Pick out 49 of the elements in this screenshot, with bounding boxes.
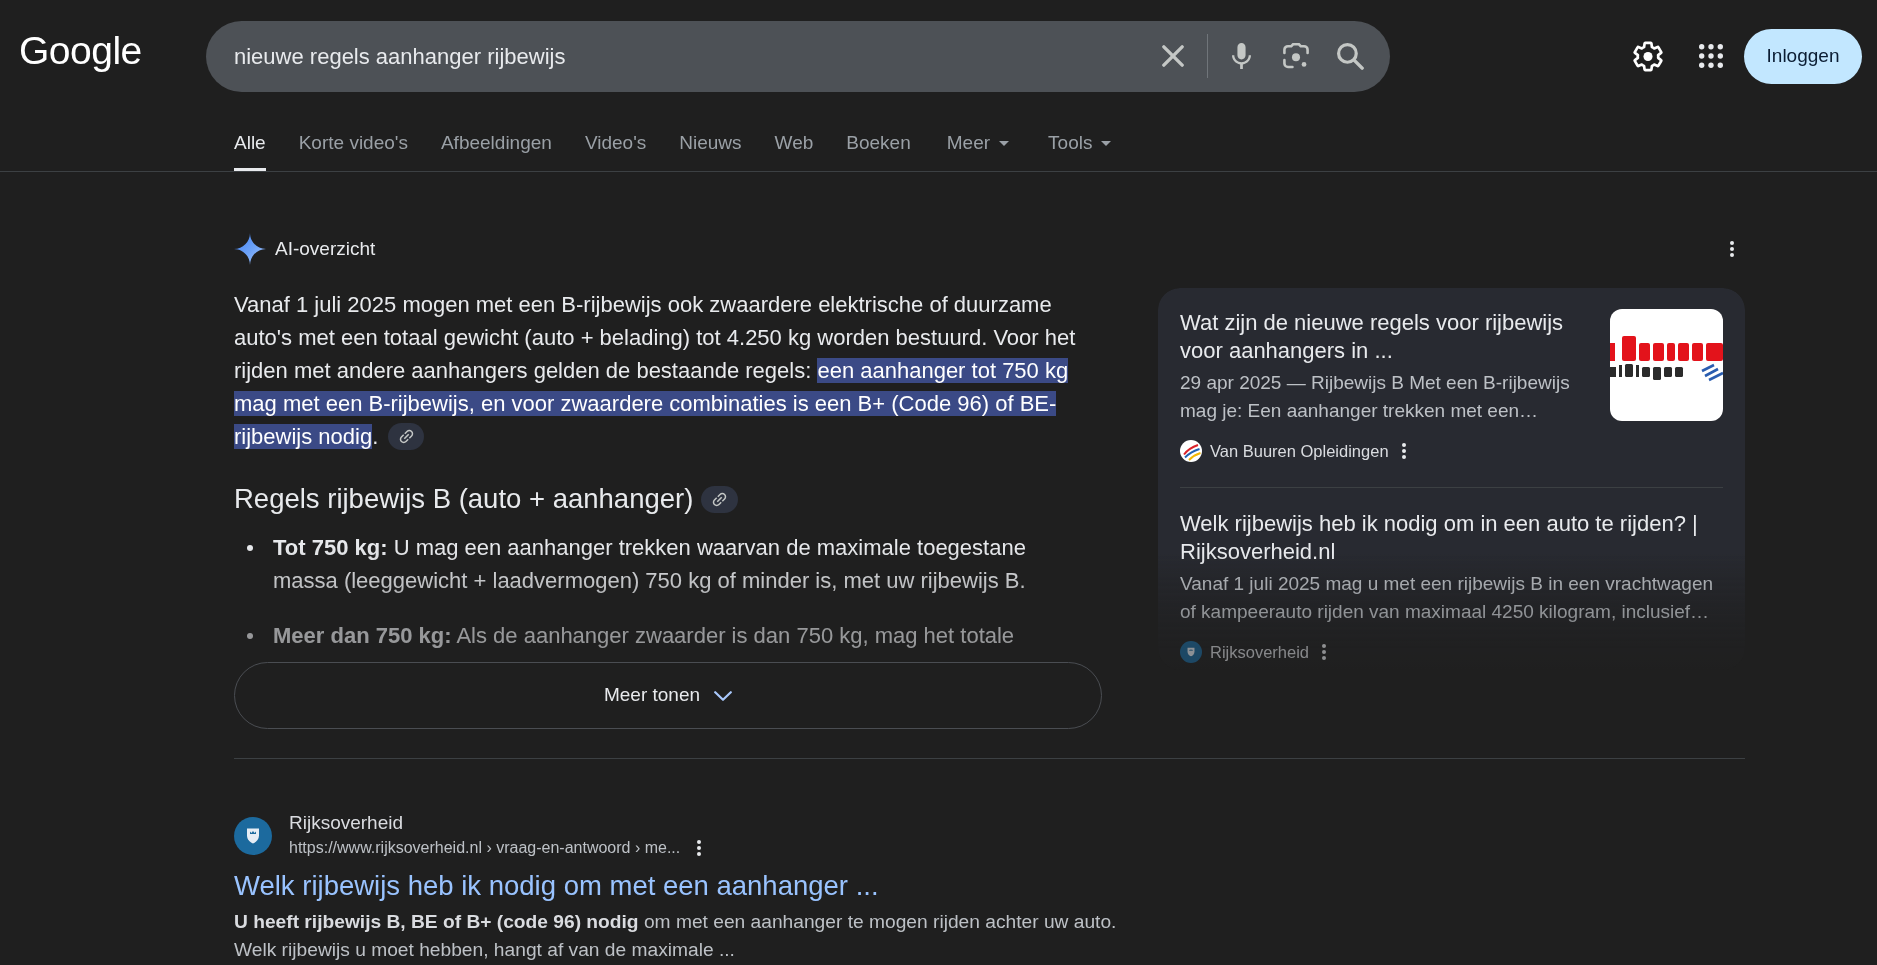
swoosh-icon <box>1180 440 1202 462</box>
grid-icon[interactable] <box>1699 44 1723 68</box>
tab[interactable]: Boeken <box>846 112 911 171</box>
result-url: https://www.rijksoverheid.nl › vraag-en-antwoord › me... <box>289 838 681 858</box>
link-chip[interactable] <box>388 423 425 451</box>
microphone-icon[interactable] <box>1231 43 1251 69</box>
list-item-text: Tot 750 kg: U mag een aanhanger trekken waarvan de maximale toegestane massa (leeggewicht + laadvermogen) 750 kg of minder is, met uw rijbewijs B. <box>273 534 1027 595</box>
google-logo[interactable]: Google <box>19 30 142 70</box>
source-snippet: 29 apr 2025 — Rijbewijs B Met een B-rijbewijs mag je: Een aanhanger trekken met een… <box>1180 371 1571 423</box>
bullet-icon <box>247 544 253 551</box>
source-title[interactable]: Welk rijbewijs heb ik nodig om in een auto te rijden? | Rijksoverheid.nl <box>1180 510 1723 566</box>
settings-icon[interactable] <box>1633 40 1663 72</box>
search-icon[interactable] <box>1336 42 1364 70</box>
thumbnail-drawing[interactable] <box>1610 309 1723 421</box>
caret-icon <box>1101 140 1112 146</box>
source-site: Van Buuren Opleidingen <box>1210 441 1389 462</box>
site-name: Rijksoverheid <box>289 811 405 835</box>
source-title[interactable]: Wat zijn de nieuwe regels voor rijbewijs voor aanhangers in ... <box>1180 309 1590 365</box>
shield-icon <box>1180 641 1202 663</box>
more-options-icon[interactable] <box>697 840 702 856</box>
tab[interactable]: Web <box>774 112 814 171</box>
list-item-text: Meer dan 750 kg: Als de aanhanger zwaarder is dan 750 kg, mag het totale <box>273 622 1015 650</box>
caret-icon <box>999 140 1010 146</box>
search-input[interactable]: nieuwe regels aanhanger rijbewijs <box>234 39 1151 73</box>
dropdown-tab[interactable]: Meer <box>946 112 1013 171</box>
shield-icon <box>234 817 272 855</box>
tab[interactable]: Nieuws <box>679 112 742 171</box>
source-site: Rijksoverheid <box>1210 642 1310 663</box>
link-icon <box>712 491 728 507</box>
sign-in-button[interactable]: Inloggen <box>1744 28 1862 84</box>
source-snippet: Vanaf 1 juli 2025 mag u met een rijbewijs B in een vrachtwagen of kampeerauto rijden van maximaal 4250 kilogram, inclusief… <box>1180 572 1714 624</box>
result-title[interactable]: Welk rijbewijs heb ik nodig om met een aanhanger ... <box>234 869 1144 903</box>
link-chip[interactable] <box>701 485 739 513</box>
camera-icon[interactable] <box>1283 43 1309 69</box>
tab[interactable]: Alle <box>234 112 266 171</box>
dropdown-tab[interactable]: Tools <box>1048 112 1115 171</box>
more-options-icon[interactable] <box>1730 241 1734 257</box>
tab[interactable]: Video's <box>584 112 647 171</box>
link-icon <box>398 429 414 445</box>
tab[interactable]: Korte video's <box>298 112 408 171</box>
bullet-icon <box>247 632 253 639</box>
more-options-icon[interactable] <box>1401 443 1406 459</box>
chevron-down-icon <box>714 690 733 701</box>
close-icon[interactable] <box>1162 45 1184 67</box>
tab[interactable]: Afbeeldingen <box>440 112 552 171</box>
result-snippet: U heeft rijbewijs B, BE of B+ (code 96) nodig om met een aanhanger te mogen rijden achter uw auto. Welk rijbewijs u moet hebben, hangt af van de maximale ... <box>234 910 1118 962</box>
section-title: AI-overzicht <box>275 236 376 261</box>
search-field[interactable]: nieuwe regels aanhanger rijbewijs <box>206 20 1390 92</box>
section-heading: Regels rijbewijs B (auto + aanhanger) <box>234 482 694 516</box>
